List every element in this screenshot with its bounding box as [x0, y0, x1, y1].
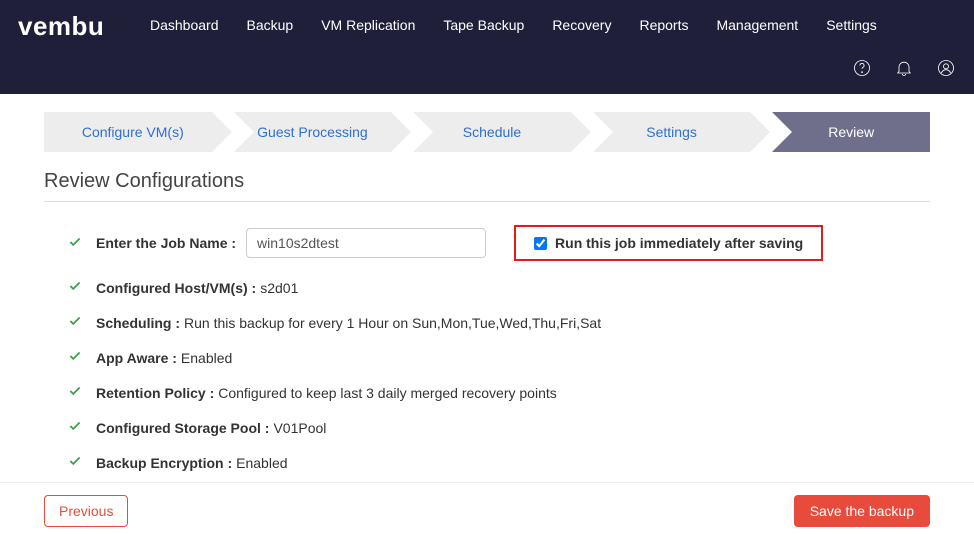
nav-recovery[interactable]: Recovery [552, 17, 611, 33]
configured-host-value: s2d01 [260, 280, 298, 296]
run-immediately-checkbox[interactable] [534, 237, 547, 250]
previous-button[interactable]: Previous [44, 495, 128, 527]
bell-icon[interactable] [894, 58, 914, 83]
row-retention: Retention Policy : Configured to keep la… [44, 375, 924, 410]
scheduling-label: Scheduling : [96, 315, 180, 331]
section-title: Review Configurations [44, 170, 930, 193]
top-icons [852, 58, 956, 83]
step-settings[interactable]: Settings [593, 112, 751, 152]
wizard-steps: Configure VM(s) Guest Processing Schedul… [44, 112, 930, 152]
encryption-label: Backup Encryption : [96, 455, 232, 471]
row-configured-host: Configured Host/VM(s) : s2d01 [44, 270, 924, 305]
scheduling-value: Run this backup for every 1 Hour on Sun,… [184, 315, 601, 331]
check-icon [68, 235, 82, 252]
storage-pool-label: Configured Storage Pool : [96, 420, 269, 436]
step-configure-vms[interactable]: Configure VM(s) [44, 112, 212, 152]
check-icon [68, 419, 82, 436]
main-nav: Dashboard Backup VM Replication Tape Bac… [150, 0, 877, 50]
row-scheduling: Scheduling : Run this backup for every 1… [44, 305, 924, 340]
row-job-name: Enter the Job Name : Run this job immedi… [44, 216, 924, 270]
app-aware-label: App Aware : [96, 350, 177, 366]
nav-backup[interactable]: Backup [247, 17, 294, 33]
run-immediately-box: Run this job immediately after saving [514, 225, 823, 261]
nav-dashboard[interactable]: Dashboard [150, 17, 219, 33]
nav-tape-backup[interactable]: Tape Backup [443, 17, 524, 33]
nav-management[interactable]: Management [716, 17, 798, 33]
job-name-label: Enter the Job Name : [96, 235, 236, 251]
row-storage-pool: Configured Storage Pool : V01Pool [44, 410, 924, 445]
retention-value: Configured to keep last 3 daily merged r… [218, 385, 557, 401]
app-aware-value: Enabled [181, 350, 232, 366]
logo: vembu [18, 11, 104, 42]
step-review[interactable]: Review [772, 112, 930, 152]
run-immediately-label: Run this job immediately after saving [555, 235, 803, 251]
divider [44, 201, 930, 202]
save-button[interactable]: Save the backup [794, 495, 930, 527]
step-schedule[interactable]: Schedule [413, 112, 571, 152]
check-icon [68, 279, 82, 296]
nav-reports[interactable]: Reports [639, 17, 688, 33]
encryption-value: Enabled [236, 455, 287, 471]
check-icon [68, 454, 82, 471]
content: Configure VM(s) Guest Processing Schedul… [0, 94, 974, 476]
row-encryption: Backup Encryption : Enabled [44, 445, 924, 476]
step-guest-processing[interactable]: Guest Processing [234, 112, 392, 152]
storage-pool-value: V01Pool [273, 420, 326, 436]
nav-settings[interactable]: Settings [826, 17, 877, 33]
job-name-input[interactable] [246, 228, 486, 258]
top-bar: vembu Dashboard Backup VM Replication Ta… [0, 0, 974, 94]
check-icon [68, 314, 82, 331]
footer: Previous Save the backup [0, 482, 974, 527]
row-app-aware: App Aware : Enabled [44, 340, 924, 375]
retention-label: Retention Policy : [96, 385, 214, 401]
check-icon [68, 384, 82, 401]
configured-host-label: Configured Host/VM(s) : [96, 280, 256, 296]
nav-vm-replication[interactable]: VM Replication [321, 17, 415, 33]
check-icon [68, 349, 82, 366]
review-area[interactable]: Enter the Job Name : Run this job immedi… [44, 216, 930, 476]
user-icon[interactable] [936, 58, 956, 83]
help-icon[interactable] [852, 58, 872, 83]
